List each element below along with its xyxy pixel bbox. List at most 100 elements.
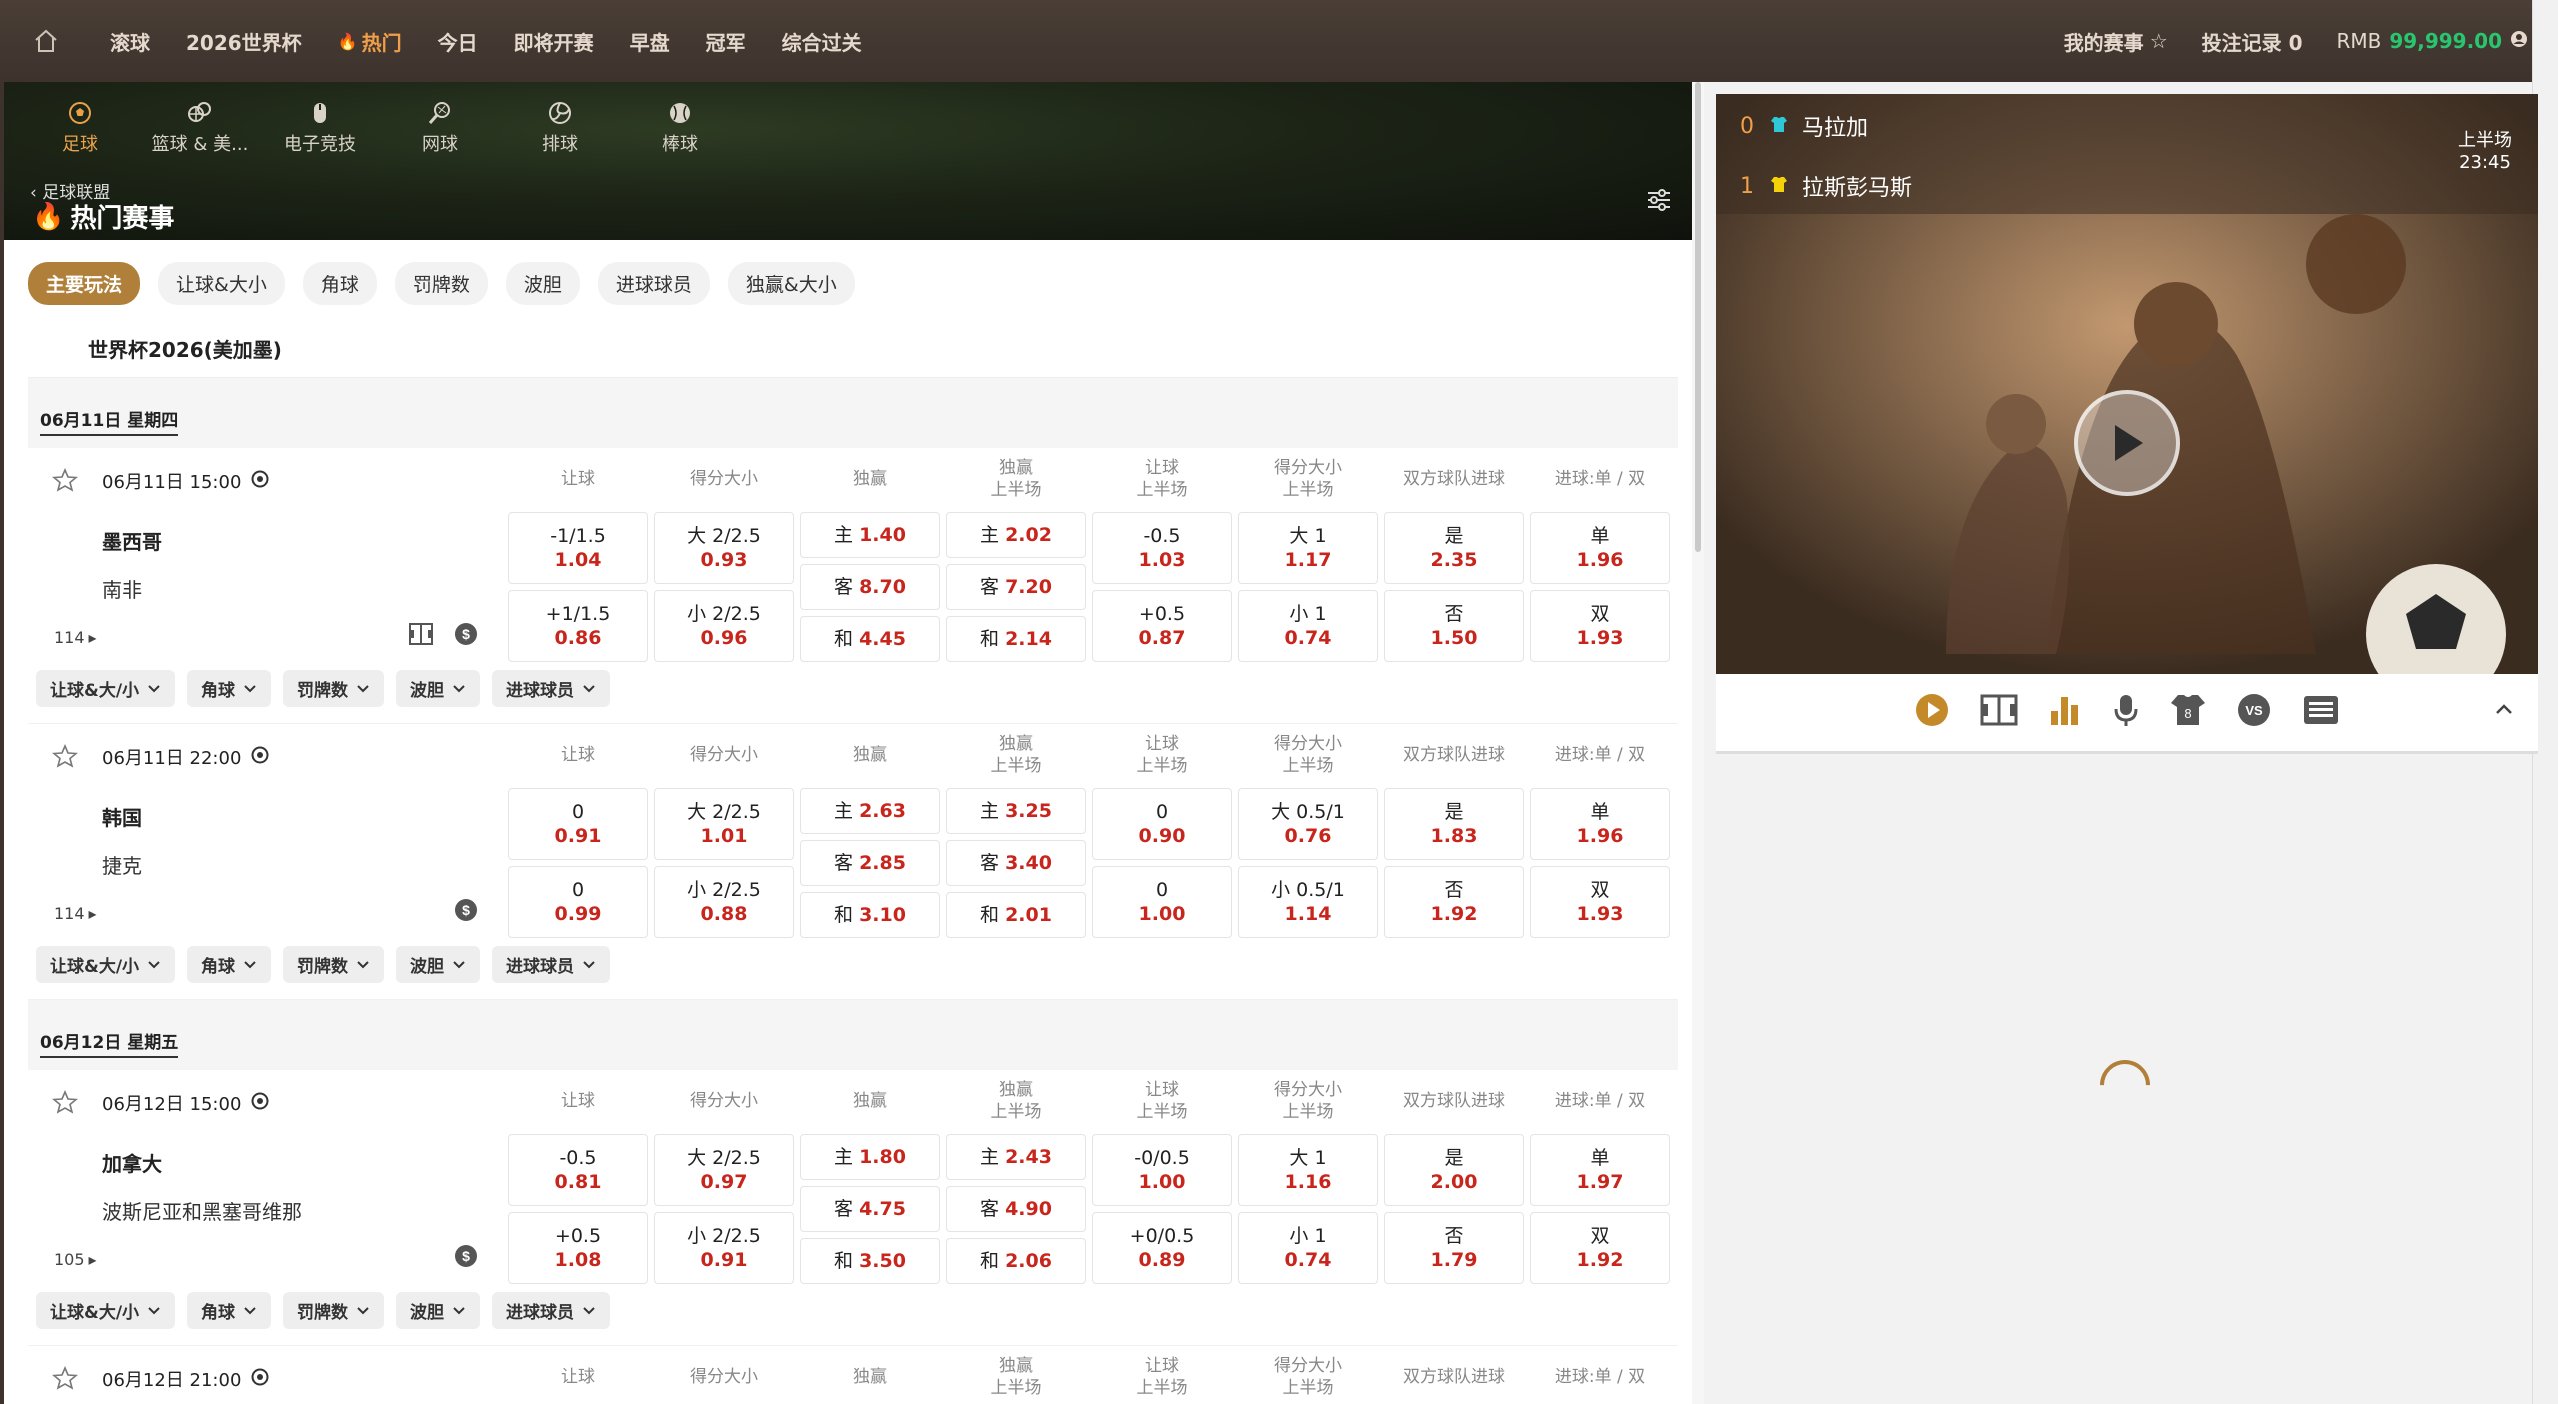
more-markets-link[interactable]: 114 ▸ [54, 628, 97, 647]
more-markets-link[interactable]: 105 ▸ [54, 1250, 97, 1269]
nav-item[interactable]: 🔥 热门 [320, 27, 420, 56]
odds-cell[interactable]: -1/1.5 1.04 [508, 512, 648, 584]
odds-cell[interactable]: 主 2.63 [800, 788, 940, 834]
odds-cell[interactable]: 否 1.50 [1384, 590, 1524, 662]
sub-market-pill[interactable]: 进球球员 [492, 1292, 611, 1329]
field-stats-icon[interactable] [408, 622, 434, 651]
odds-cell[interactable]: 客 4.75 [800, 1186, 940, 1232]
sub-market-pill[interactable]: 让球&大/小 [36, 1292, 176, 1329]
odds-cell[interactable]: +0/0.5 0.89 [1092, 1212, 1232, 1284]
odds-cell[interactable]: 单 1.96 [1530, 788, 1670, 860]
filter-settings-icon[interactable] [1646, 188, 1672, 217]
events-scrollbar[interactable] [1692, 82, 1704, 1404]
sport-tab[interactable]: 棒球 [620, 96, 740, 156]
market-tab[interactable]: 让球&大小 [158, 262, 285, 305]
odds-cell[interactable]: 0 0.99 [508, 866, 648, 938]
cashout-dollar-icon[interactable]: $ [454, 898, 478, 927]
odds-cell[interactable]: +0.5 0.87 [1092, 590, 1232, 662]
odds-cell[interactable]: 小 1 0.74 [1238, 1212, 1378, 1284]
market-tab[interactable]: 波胆 [505, 262, 580, 305]
sport-tab[interactable]: 排球 [500, 96, 620, 156]
odds-cell[interactable]: 和 2.14 [946, 616, 1086, 662]
sub-market-pill[interactable]: 进球球员 [492, 946, 611, 983]
odds-cell[interactable]: 大 1 1.16 [1238, 1134, 1378, 1206]
sub-market-pill[interactable]: 让球&大/小 [36, 670, 176, 707]
odds-cell[interactable]: 小 2/2.5 0.91 [654, 1212, 794, 1284]
odds-cell[interactable]: 主 2.02 [946, 512, 1086, 558]
sub-market-pill[interactable]: 角球 [187, 1292, 272, 1329]
sub-market-pill[interactable]: 角球 [187, 670, 272, 707]
market-tab[interactable]: 独赢&大小 [727, 262, 855, 305]
league-header[interactable]: 世界杯2026(美加墨) [28, 320, 1678, 378]
odds-cell[interactable]: 客 3.40 [946, 840, 1086, 886]
collapse-chevron-icon[interactable] [2494, 700, 2514, 721]
scrollbar-thumb[interactable] [1695, 82, 1701, 552]
my-matches-link[interactable]: 我的赛事 ☆ [2064, 27, 2168, 56]
odds-cell[interactable]: 大 1 1.17 [1238, 512, 1378, 584]
odds-cell[interactable]: 是 1.83 [1384, 788, 1524, 860]
odds-cell[interactable]: 0 1.00 [1092, 866, 1232, 938]
nav-item[interactable]: 即将开赛 [496, 27, 612, 56]
odds-cell[interactable]: 主 1.80 [800, 1134, 940, 1180]
play-circle-icon[interactable] [1914, 692, 1950, 733]
sport-tab[interactable]: 篮球 & 美... [140, 96, 260, 156]
odds-cell[interactable]: 客 8.70 [800, 564, 940, 610]
sub-market-pill[interactable]: 进球球员 [492, 670, 611, 707]
odds-cell[interactable]: 大 2/2.5 0.93 [654, 512, 794, 584]
sub-market-pill[interactable]: 角球 [187, 946, 272, 983]
sub-market-pill[interactable]: 波胆 [396, 1292, 481, 1329]
odds-cell[interactable]: 0 0.91 [508, 788, 648, 860]
nav-item[interactable]: 2026世界杯 [168, 27, 320, 56]
odds-cell[interactable]: 双 1.93 [1530, 590, 1670, 662]
nav-item[interactable]: 综合过关 [764, 27, 880, 56]
odds-cell[interactable]: 客 7.20 [946, 564, 1086, 610]
odds-cell[interactable]: 否 1.79 [1384, 1212, 1524, 1284]
odds-cell[interactable]: 双 1.92 [1530, 1212, 1670, 1284]
jersey-lineup-icon[interactable]: 8 [2170, 693, 2206, 732]
odds-cell[interactable]: 和 4.45 [800, 616, 940, 662]
cashout-dollar-icon[interactable]: $ [454, 622, 478, 651]
sub-market-pill[interactable]: 波胆 [396, 946, 481, 983]
sport-tab[interactable]: 电子竞技 [260, 96, 380, 156]
nav-item[interactable]: 滚球 [92, 27, 168, 56]
odds-cell[interactable]: 否 1.92 [1384, 866, 1524, 938]
odds-cell[interactable]: 0 0.90 [1092, 788, 1232, 860]
odds-cell[interactable]: 和 3.10 [800, 892, 940, 938]
sub-market-pill[interactable]: 罚牌数 [283, 670, 385, 707]
odds-cell[interactable]: 客 4.90 [946, 1186, 1086, 1232]
odds-cell[interactable]: 大 0.5/1 0.76 [1238, 788, 1378, 860]
stats-bar-icon[interactable] [2048, 693, 2082, 732]
odds-cell[interactable]: -0.5 0.81 [508, 1134, 648, 1206]
market-tab[interactable]: 进球球员 [597, 262, 710, 305]
odds-cell[interactable]: 单 1.97 [1530, 1134, 1670, 1206]
odds-cell[interactable]: 和 3.50 [800, 1238, 940, 1284]
market-tab[interactable]: 主要玩法 [28, 262, 141, 305]
odds-cell[interactable]: 主 1.40 [800, 512, 940, 558]
nav-item[interactable]: 早盘 [612, 27, 688, 56]
microphone-icon[interactable] [2112, 693, 2140, 732]
odds-cell[interactable]: 是 2.00 [1384, 1134, 1524, 1206]
sub-market-pill[interactable]: 让球&大/小 [36, 946, 176, 983]
odds-cell[interactable]: -0/0.5 1.00 [1092, 1134, 1232, 1206]
bet-record-link[interactable]: 投注记录 0 [2202, 27, 2303, 56]
odds-cell[interactable]: +1/1.5 0.86 [508, 590, 648, 662]
sub-market-pill[interactable]: 波胆 [396, 670, 481, 707]
odds-cell[interactable]: 双 1.93 [1530, 866, 1670, 938]
odds-cell[interactable]: 客 2.85 [800, 840, 940, 886]
favorite-star-icon[interactable] [51, 1089, 79, 1119]
odds-cell[interactable]: 小 2/2.5 0.88 [654, 866, 794, 938]
play-button[interactable] [2074, 390, 2180, 496]
favorite-star-icon[interactable] [51, 467, 79, 497]
odds-cell[interactable]: +0.5 1.08 [508, 1212, 648, 1284]
nav-item[interactable]: 冠军 [688, 27, 764, 56]
cashout-dollar-icon[interactable]: $ [454, 1244, 478, 1273]
scoreboard-icon[interactable] [2302, 694, 2340, 731]
sport-tab[interactable]: 网球 [380, 96, 500, 156]
odds-cell[interactable]: 主 3.25 [946, 788, 1086, 834]
odds-cell[interactable]: 主 2.43 [946, 1134, 1086, 1180]
nav-item[interactable]: 今日 [420, 27, 496, 56]
sport-tab[interactable]: 足球 [20, 96, 140, 156]
odds-cell[interactable]: 小 2/2.5 0.96 [654, 590, 794, 662]
sub-market-pill[interactable]: 罚牌数 [283, 946, 385, 983]
favorite-star-icon[interactable] [51, 743, 79, 773]
